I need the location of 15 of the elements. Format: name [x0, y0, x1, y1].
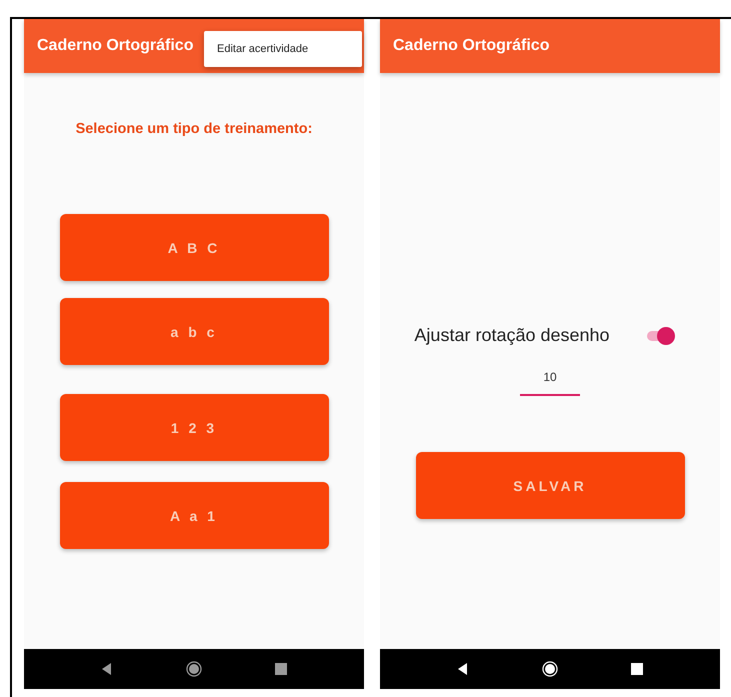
setting-label: Ajustar rotação desenho: [414, 325, 610, 346]
training-button[interactable]: 1 2 3: [60, 394, 328, 461]
home-icon[interactable]: [186, 661, 202, 677]
recents-icon[interactable]: [272, 661, 289, 677]
save-button[interactable]: SALVAR: [416, 452, 684, 519]
toggle-switch[interactable]: [646, 326, 676, 346]
training-button[interactable]: A B C: [60, 214, 328, 281]
app-title: Caderno Ortográfico: [37, 37, 194, 55]
app-title: Caderno Ortográfico: [393, 37, 550, 55]
training-button[interactable]: a b c: [60, 298, 328, 365]
recents-icon[interactable]: [628, 661, 645, 677]
menu-item[interactable]: Editar acertividade: [204, 35, 362, 63]
training-button[interactable]: A a 1: [60, 482, 328, 549]
heading: Selecione um tipo de treinamento:: [76, 121, 312, 137]
number-field[interactable]: 10: [520, 366, 580, 396]
